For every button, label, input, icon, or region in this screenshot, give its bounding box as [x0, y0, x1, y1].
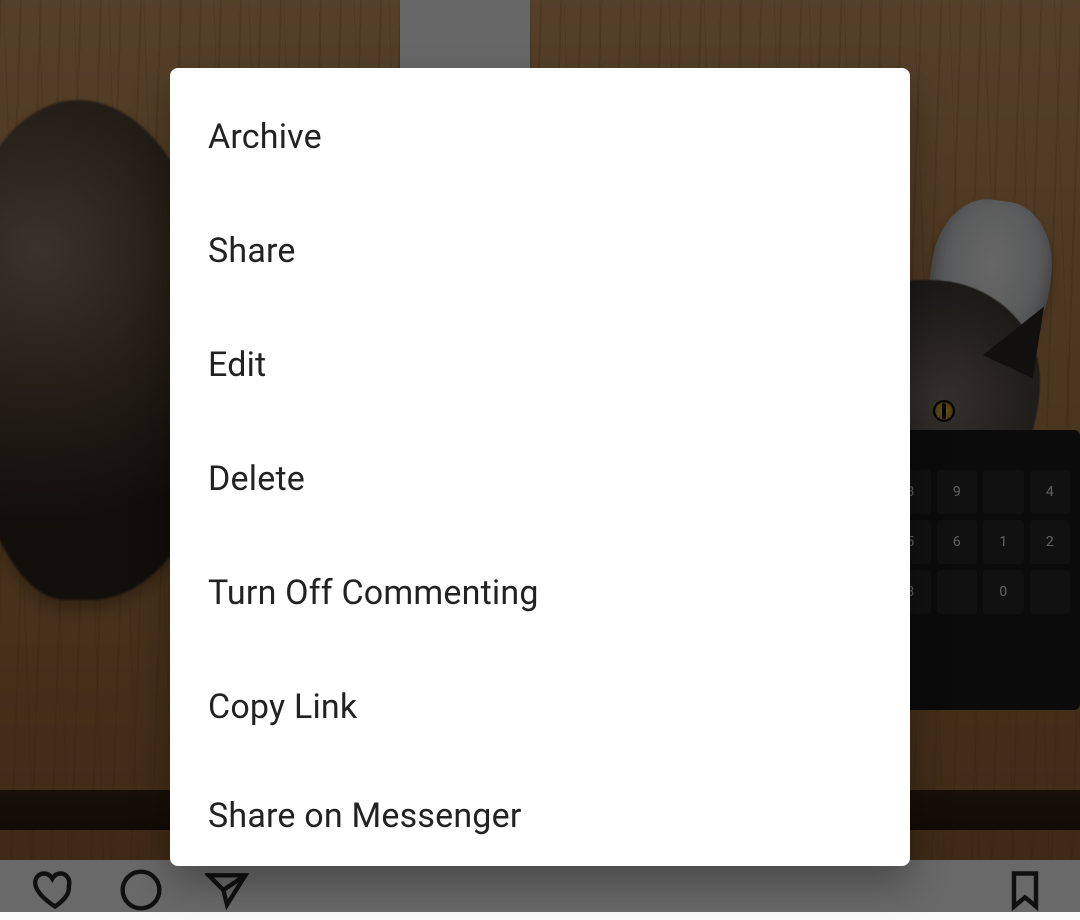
post-options-menu: Archive Share Edit Delete Turn Off Comme… — [170, 68, 910, 866]
menu-item-label: Archive — [208, 117, 322, 157]
menu-item-delete[interactable]: Delete — [170, 422, 910, 536]
menu-item-label: Turn Off Commenting — [208, 573, 539, 613]
menu-item-label: Copy Link — [208, 687, 357, 727]
menu-item-label: Delete — [208, 459, 305, 499]
menu-item-turn-off-commenting[interactable]: Turn Off Commenting — [170, 536, 910, 650]
menu-item-copy-link[interactable]: Copy Link — [170, 650, 910, 764]
menu-item-archive[interactable]: Archive — [170, 80, 910, 194]
menu-item-share[interactable]: Share — [170, 194, 910, 308]
menu-item-label: Share on Messenger — [208, 796, 522, 836]
menu-item-label: Share — [208, 231, 296, 271]
menu-item-label: Edit — [208, 345, 266, 385]
menu-item-share-on-messenger[interactable]: Share on Messenger — [170, 764, 910, 862]
menu-item-edit[interactable]: Edit — [170, 308, 910, 422]
